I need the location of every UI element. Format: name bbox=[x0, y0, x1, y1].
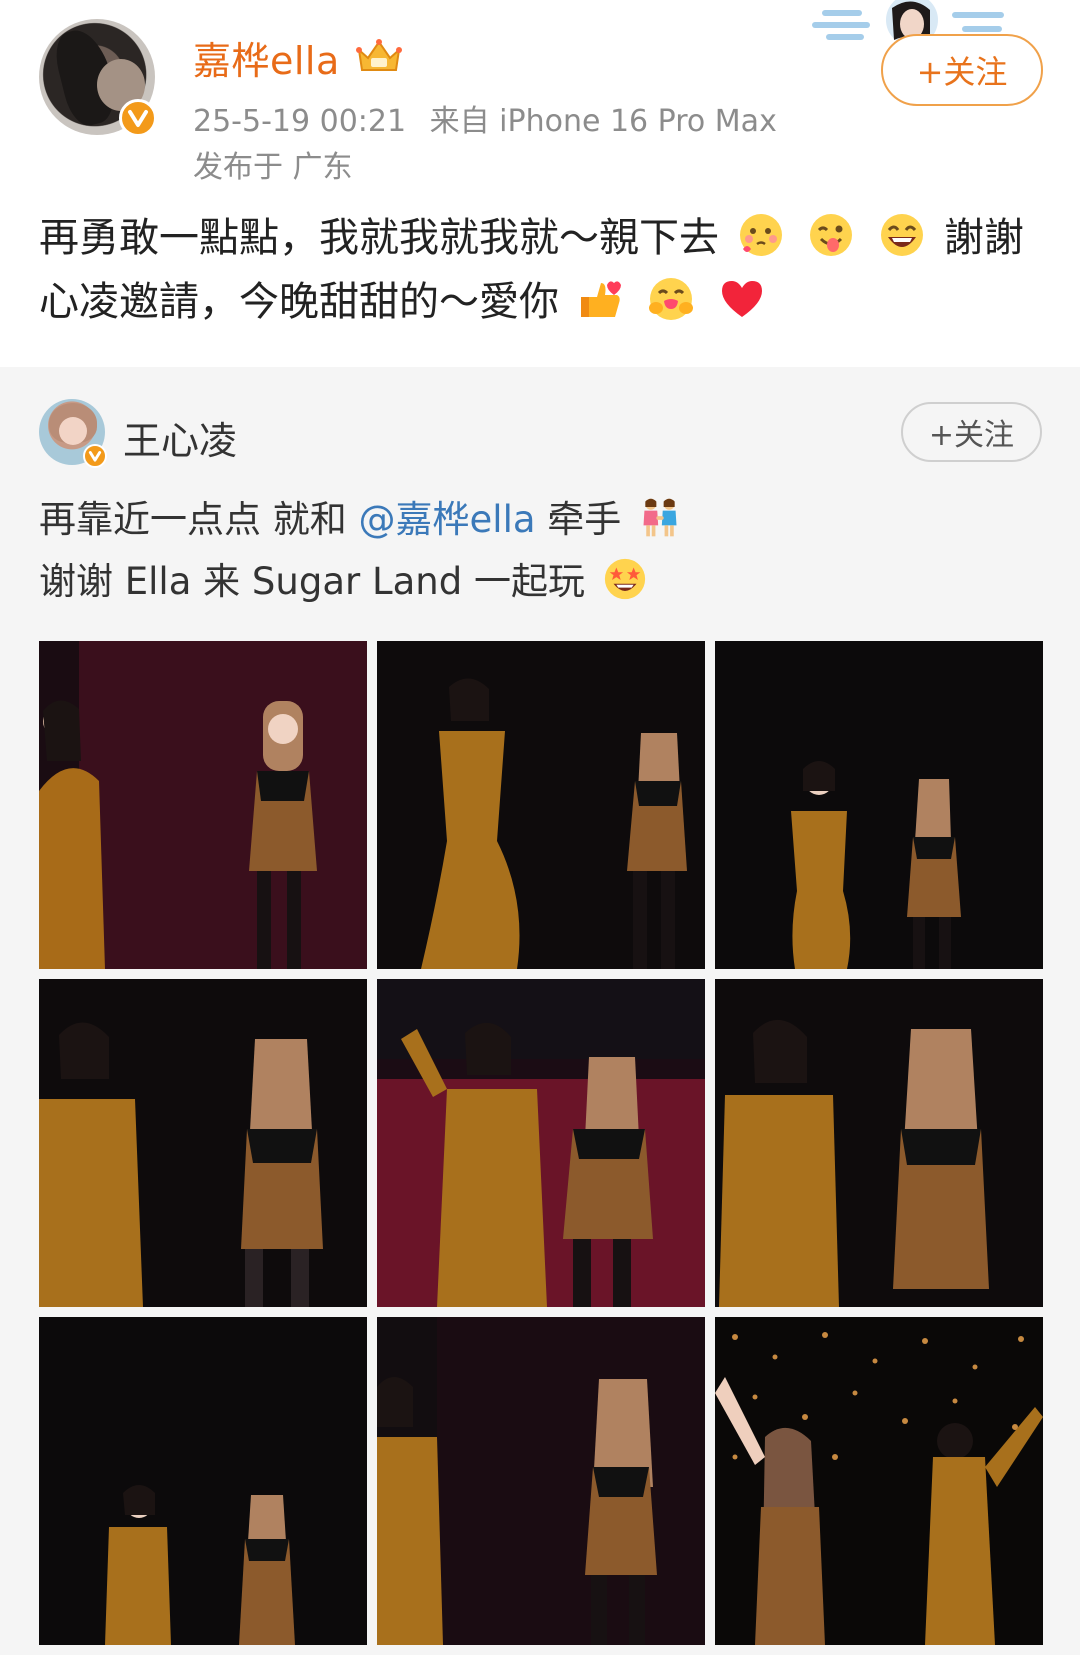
repost-author-name[interactable]: 王心凌 bbox=[123, 410, 237, 465]
post-timestamp: 25-5-19 00:21 bbox=[193, 104, 407, 139]
repost-follow-button[interactable]: +关注 bbox=[901, 402, 1042, 462]
photo-7[interactable] bbox=[39, 1317, 367, 1645]
red-heart-emoji bbox=[722, 281, 763, 317]
photo-1[interactable] bbox=[39, 641, 367, 969]
laughing-emoji bbox=[881, 214, 924, 256]
hugging-face-emoji bbox=[649, 278, 694, 320]
photo-4[interactable] bbox=[39, 979, 367, 1307]
photo-3[interactable] bbox=[715, 641, 1043, 969]
post-text-part-1: 再勇敢一點點，我就我就我就～親下去 bbox=[39, 215, 719, 261]
star-struck-emoji bbox=[604, 558, 645, 600]
repost-text-line-2-content: 谢谢 Ella 来 Sugar Land 一起玩 bbox=[39, 560, 585, 603]
post-header: 嘉桦ella 25-5-19 00:21 来自 iPhone 16 Pro Ma… bbox=[0, 0, 1080, 325]
mention-link[interactable]: @嘉桦ella bbox=[359, 498, 536, 541]
photo-2[interactable] bbox=[377, 641, 705, 969]
photo-9[interactable] bbox=[715, 1317, 1043, 1645]
post-meta-time-source: 25-5-19 00:21 来自 iPhone 16 Pro Max bbox=[193, 96, 777, 140]
post-location: 发布于 广东 bbox=[193, 150, 353, 185]
repost-text-line-2: 谢谢 Ella 来 Sugar Land 一起玩 bbox=[39, 551, 1039, 613]
verified-badge-icon bbox=[83, 444, 107, 468]
repost-text-line-1: 再靠近一点点 就和 @嘉桦ella 牵手 bbox=[39, 489, 1039, 551]
verified-badge-icon bbox=[119, 99, 157, 137]
tongue-wink-emoji bbox=[810, 214, 853, 256]
crown-icon bbox=[356, 39, 402, 71]
photo-6[interactable] bbox=[715, 979, 1043, 1307]
photo-5[interactable] bbox=[377, 979, 705, 1307]
heart-thumbs-up-emoji bbox=[580, 281, 621, 317]
repost-text-suffix: 牵手 bbox=[535, 498, 622, 541]
repost-text-prefix: 再靠近一点点 就和 bbox=[39, 498, 359, 541]
photo-grid bbox=[39, 641, 1043, 1655]
repost-text: 再靠近一点点 就和 @嘉桦ella 牵手 谢谢 Ella 来 Sugar Lan… bbox=[39, 489, 1039, 613]
repost-card[interactable]: 王心凌 +关注 再靠近一点点 就和 @嘉桦ella 牵手 谢谢 Ella 来 S… bbox=[0, 367, 1080, 1655]
woozy-kiss-emoji bbox=[739, 214, 782, 256]
post-source: 来自 iPhone 16 Pro Max bbox=[429, 104, 777, 139]
two-women-holding-hands-emoji bbox=[643, 498, 677, 537]
author-name[interactable]: 嘉桦ella bbox=[193, 30, 340, 85]
post-text: 再勇敢一點點，我就我就我就～親下去 謝謝心凌邀請，今晚甜甜的～愛你 bbox=[39, 206, 1049, 334]
photo-8[interactable] bbox=[377, 1317, 705, 1645]
follow-button[interactable]: +关注 bbox=[881, 34, 1043, 106]
